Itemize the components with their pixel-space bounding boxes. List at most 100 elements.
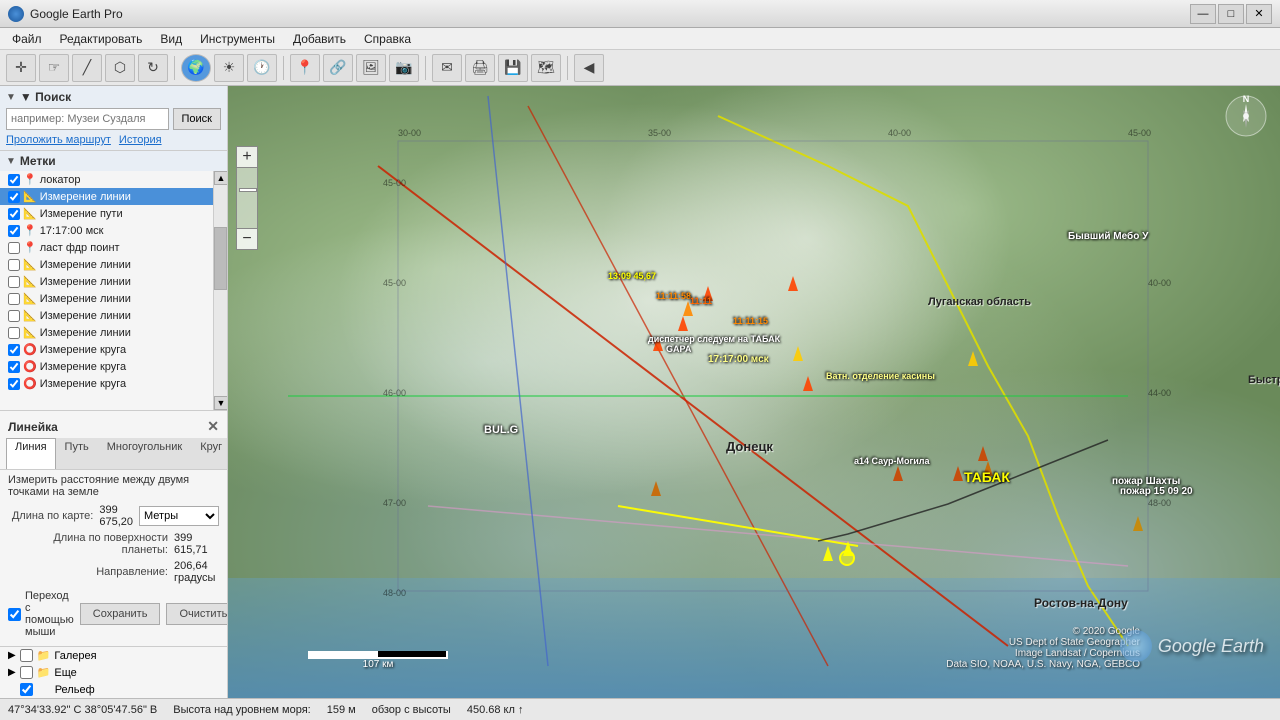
ruler-description: Измерить расстояние между двумя точками … — [0, 470, 227, 502]
select-tool-button[interactable]: ✛ — [6, 54, 36, 82]
mark-checkbox-6[interactable] — [8, 259, 20, 271]
map-area[interactable]: 30-00 35-00 40-00 45-00 45-00 45-00 46-0… — [228, 86, 1280, 698]
relief-item[interactable]: ▶ Рельеф — [0, 681, 227, 698]
menu-tools[interactable]: Инструменты — [192, 30, 283, 48]
scroll-up-button[interactable]: ▲ — [214, 171, 227, 185]
mark-checkbox-5[interactable] — [8, 242, 20, 254]
mark-checkbox-3[interactable] — [8, 208, 20, 220]
mark-icon-12: ⭕ — [23, 360, 37, 373]
gallery-checkbox[interactable] — [20, 649, 33, 662]
mark-checkbox-1[interactable] — [8, 174, 20, 186]
menu-edit[interactable]: Редактировать — [52, 30, 151, 48]
menu-add[interactable]: Добавить — [285, 30, 354, 48]
more-expand-icon: ▶ — [8, 667, 16, 678]
mark-icon-10: 📐 — [23, 326, 37, 339]
image-overlay-button[interactable]: 🖼 — [356, 54, 386, 82]
route-link[interactable]: Проложить маршрут — [6, 134, 111, 146]
maximize-button[interactable]: □ — [1218, 4, 1244, 24]
menu-view[interactable]: Вид — [152, 30, 190, 48]
mark-checkbox-12[interactable] — [8, 361, 20, 373]
marks-list-item-3[interactable]: 📐 Измерение пути — [0, 205, 213, 222]
zoom-slider[interactable] — [236, 168, 258, 228]
marks-list-item-13[interactable]: ⭕ Измерение круга — [0, 375, 213, 392]
marks-list-item-12[interactable]: ⭕ Измерение круга — [0, 358, 213, 375]
save-image-button[interactable]: 💾 — [498, 54, 528, 82]
sidebar-scrollbar[interactable]: ▲ ▼ — [213, 171, 227, 410]
rotate-tool-button[interactable]: ↻ — [138, 54, 168, 82]
movie-button[interactable]: 📷 — [389, 54, 419, 82]
ruler-tab-circle[interactable]: Круг — [191, 438, 228, 469]
menu-file[interactable]: Файл — [4, 30, 50, 48]
compass[interactable]: N — [1224, 94, 1268, 138]
marks-list-item-11[interactable]: ⭕ Измерение круга — [0, 341, 213, 358]
earth-view-button[interactable]: 🌍 — [181, 54, 211, 82]
mark-checkbox-2[interactable] — [8, 191, 20, 203]
placemark-button[interactable]: 📍 — [290, 54, 320, 82]
print-button[interactable]: 🖨 — [465, 54, 495, 82]
mark-checkbox-11[interactable] — [8, 344, 20, 356]
mark-label-3: Измерение пути — [40, 208, 123, 220]
mark-checkbox-4[interactable] — [8, 225, 20, 237]
zoom-out-button[interactable]: − — [236, 228, 258, 250]
menu-help[interactable]: Справка — [356, 30, 419, 48]
directions-button[interactable]: ◀ — [574, 54, 604, 82]
gallery-item[interactable]: ▶ 📁 Галерея — [0, 647, 227, 664]
app-title: Google Earth Pro — [30, 7, 123, 21]
marks-list-item-8[interactable]: 📐 Измерение линии — [0, 290, 213, 307]
more-item[interactable]: ▶ 📁 Еще — [0, 664, 227, 681]
more-folder-icon: 📁 — [37, 666, 51, 679]
ruler-clear-button[interactable]: Очистить — [166, 603, 228, 625]
ruler-title-text: Линейка — [8, 420, 58, 434]
ruler-unit-select[interactable]: Метры Километры Мили — [139, 506, 219, 526]
scroll-track — [214, 185, 227, 396]
minimize-button[interactable]: — — [1190, 4, 1216, 24]
mark-checkbox-10[interactable] — [8, 327, 20, 339]
marks-list-item-5[interactable]: 📍 ласт фдр поинт — [0, 239, 213, 256]
more-checkbox[interactable] — [20, 666, 33, 679]
marks-list-item-10[interactable]: 📐 Измерение линии — [0, 324, 213, 341]
scroll-down-button[interactable]: ▼ — [214, 396, 227, 410]
mark-checkbox-7[interactable] — [8, 276, 20, 288]
ruler-map-length-value: 399 675,20 — [99, 504, 133, 528]
ruler-save-button[interactable]: Сохранить — [80, 603, 161, 625]
mark-checkbox-8[interactable] — [8, 293, 20, 305]
marks-list-container: 📍 локатор 📐 Измерение линии 📐 Измерение … — [0, 171, 227, 410]
status-altitude-value: 159 м — [327, 704, 356, 716]
scroll-thumb[interactable] — [214, 227, 227, 290]
ruler-tab-path[interactable]: Путь — [56, 438, 98, 469]
mark-checkbox-9[interactable] — [8, 310, 20, 322]
toolbar: ✛ ☞ ╱ ⬡ ↻ 🌍 ☀ 🕐 📍 🔗 🖼 📷 ✉ 🖨 💾 🗺 ◀ — [0, 50, 1280, 86]
ruler-close-button[interactable]: ✕ — [207, 418, 219, 435]
line-tool-button[interactable]: ╱ — [72, 54, 102, 82]
marks-list-item-4[interactable]: 📍 17:17:00 мск — [0, 222, 213, 239]
history-link[interactable]: История — [119, 134, 162, 146]
historical-button[interactable]: 🕐 — [247, 54, 277, 82]
marks-list-item-2[interactable]: 📐 Измерение линии — [0, 188, 213, 205]
toolbar-separator-2 — [283, 56, 284, 80]
left-panel: ▼ ▼ Поиск Поиск Проложить маршрут Истори… — [0, 86, 228, 698]
marks-list-item-1[interactable]: 📍 локатор — [0, 171, 213, 188]
ruler-tab-line[interactable]: Линия — [6, 438, 56, 469]
network-link-button[interactable]: 🔗 — [323, 54, 353, 82]
search-row: Поиск — [6, 108, 221, 130]
mark-label-9: Измерение линии — [40, 310, 131, 322]
marks-list-item-7[interactable]: 📐 Измерение линии — [0, 273, 213, 290]
email-button[interactable]: ✉ — [432, 54, 462, 82]
mark-checkbox-13[interactable] — [8, 378, 20, 390]
marks-list-item-6[interactable]: 📐 Измерение линии — [0, 256, 213, 273]
sun-button[interactable]: ☀ — [214, 54, 244, 82]
polygon-tool-button[interactable]: ⬡ — [105, 54, 135, 82]
marks-list-item-9[interactable]: 📐 Измерение линии — [0, 307, 213, 324]
status-altitude-label: Высота над уровнем моря: — [173, 704, 310, 716]
close-button[interactable]: ✕ — [1246, 4, 1272, 24]
search-button[interactable]: Поиск — [173, 108, 221, 130]
ruler-mouse-nav-checkbox[interactable] — [8, 608, 21, 621]
zoom-in-button[interactable]: + — [236, 146, 258, 168]
mark-icon-9: 📐 — [23, 309, 37, 322]
ruler-surface-length-row: Длина по поверхности планеты: 399 615,71 — [0, 530, 227, 558]
search-input[interactable] — [6, 108, 169, 130]
map-button[interactable]: 🗺 — [531, 54, 561, 82]
hand-tool-button[interactable]: ☞ — [39, 54, 69, 82]
ruler-tab-polygon[interactable]: Многоугольник — [98, 438, 191, 469]
relief-checkbox[interactable] — [20, 683, 33, 696]
